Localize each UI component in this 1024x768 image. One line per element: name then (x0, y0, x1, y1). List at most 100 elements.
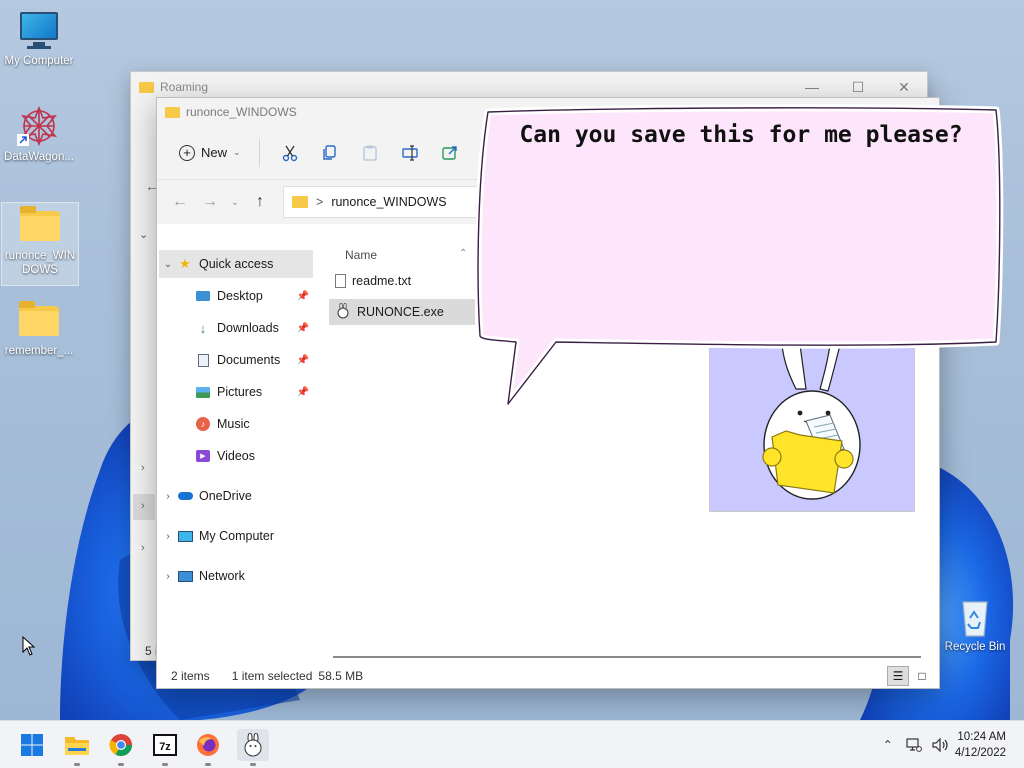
svg-text:7z: 7z (159, 741, 171, 753)
copy-icon (322, 144, 336, 160)
sidebar-item-label: Documents (217, 353, 281, 367)
sort-ascending-icon: ⌃ (459, 248, 468, 259)
sidebar-item-label: Desktop (217, 289, 263, 303)
chevron-right-icon[interactable]: › (159, 571, 177, 582)
start-button[interactable] (16, 729, 48, 761)
sidebar-item-pictures[interactable]: Pictures 📌 (159, 378, 313, 406)
sidebar-item-documents[interactable]: Documents 📌 (159, 346, 313, 374)
sidebar-item-label: Pictures (217, 385, 263, 399)
column-header-name[interactable]: Name (345, 242, 377, 268)
file-explorer-icon (65, 737, 89, 755)
clock-time: 10:24 AM (957, 731, 1006, 743)
cut-button[interactable] (270, 137, 310, 169)
desktop-icon-datawagon[interactable]: DataWagon... (0, 104, 78, 164)
desktop-icon-my-computer[interactable]: My Computer (0, 8, 78, 68)
desktop-icon-label: DataWagon... (4, 151, 74, 163)
chevron-right-icon[interactable]: › (141, 542, 145, 554)
taskbar: 7z ⌃ 10:24 AM 4/12/2022 (0, 720, 1024, 768)
sidebar-item-downloads[interactable]: ↓ Downloads 📌 (159, 314, 313, 342)
chevron-right-icon[interactable]: › (141, 462, 145, 474)
desktop-icon-recycle-bin[interactable]: Recycle Bin (936, 594, 1014, 654)
folder-icon (17, 298, 61, 342)
chevron-down-icon: ⌄ (233, 147, 241, 157)
star-icon: ★ (179, 256, 191, 271)
breadcrumb-path[interactable]: runonce_WINDOWS (331, 195, 446, 209)
taskbar-chrome[interactable] (105, 729, 137, 766)
details-view-button[interactable]: ☰ (887, 666, 909, 686)
clock-date: 4/12/2022 (954, 747, 1006, 759)
taskbar-file-explorer[interactable] (61, 729, 93, 766)
taskbar-7zip[interactable]: 7z (149, 729, 181, 766)
new-button[interactable]: + New ⌄ (171, 141, 249, 165)
running-indicator (162, 763, 168, 766)
documents-icon (195, 352, 211, 368)
share-button[interactable] (430, 137, 470, 169)
videos-icon: ▶ (195, 448, 211, 464)
folder-icon (165, 106, 180, 118)
taskbar-firefox[interactable] (192, 729, 224, 766)
bunny-app-icon (244, 733, 262, 757)
up-arrow-icon: ↑ (256, 193, 264, 210)
forward-button[interactable]: → (195, 187, 225, 217)
recycle-bin-icon (953, 594, 997, 638)
sidebar-item-network[interactable]: › Network (159, 562, 313, 590)
status-item-count: 2 items (171, 669, 210, 683)
status-selection: 1 item selected (231, 669, 313, 683)
computer-icon (177, 528, 193, 544)
pin-icon[interactable]: 📌 (297, 355, 309, 366)
sidebar-item-label: Music (217, 417, 250, 431)
show-hidden-icons-button[interactable]: ⌃ (875, 738, 901, 752)
navigation-pane: ⌄ ★ Quick access Desktop 📌 ↓ Downloads 📌… (157, 242, 317, 652)
back-button[interactable]: ← (165, 187, 195, 217)
download-icon: ↓ (199, 320, 207, 336)
chevron-right-icon[interactable]: › (141, 500, 145, 512)
chevron-down-icon[interactable]: ⌄ (139, 228, 148, 241)
sidebar-item-quick-access[interactable]: ⌄ ★ Quick access (159, 250, 313, 278)
desktop-icon-runonce-folder[interactable]: runonce_WIN DOWS (1, 202, 79, 286)
pictures-icon (195, 384, 211, 400)
rename-button[interactable] (390, 137, 430, 169)
folder-icon (139, 81, 154, 93)
sidebar-item-label: My Computer (199, 529, 275, 543)
recent-locations-button[interactable]: ⌄ (225, 187, 245, 217)
copy-button[interactable] (310, 137, 350, 169)
file-row-runonce-exe[interactable]: RUNONCE.exe (329, 299, 475, 325)
file-row-readme[interactable]: readme.txt (329, 268, 475, 294)
paste-button[interactable] (350, 137, 390, 169)
sidebar-item-music[interactable]: ♪ Music (159, 410, 313, 438)
music-icon: ♪ (195, 416, 211, 432)
network-status-icon[interactable] (901, 738, 927, 752)
pin-icon[interactable]: 📌 (297, 291, 309, 302)
cloud-icon (177, 488, 193, 504)
up-button[interactable]: ↑ (245, 187, 275, 217)
status-size: 58.5 MB (318, 669, 364, 683)
clock[interactable]: 10:24 AM 4/12/2022 (955, 729, 1024, 761)
breadcrumb-separator: > (316, 195, 324, 209)
running-indicator (74, 763, 80, 766)
sidebar-item-label: Downloads (217, 321, 279, 335)
chevron-down-icon[interactable]: ⌄ (159, 259, 177, 270)
pin-icon[interactable]: 📌 (297, 387, 309, 398)
sidebar-item-desktop[interactable]: Desktop 📌 (159, 282, 313, 310)
status-bar: 2 items 1 item selected 58.5 MB (157, 664, 939, 688)
taskbar-bunny-app[interactable] (237, 729, 269, 766)
chevron-right-icon[interactable]: › (159, 531, 177, 542)
file-name: RUNONCE.exe (357, 305, 444, 319)
toolbar-divider (258, 138, 260, 167)
pin-icon[interactable]: 📌 (297, 323, 309, 334)
folder-icon (18, 203, 62, 247)
running-indicator (118, 763, 124, 766)
window-title: runonce_WINDOWS (186, 105, 297, 119)
desktop-icon-remember-folder[interactable]: remember_... (0, 298, 78, 358)
sidebar-item-onedrive[interactable]: › OneDrive (159, 482, 313, 510)
sidebar-item-my-computer[interactable]: › My Computer (159, 522, 313, 550)
monitor-icon (17, 8, 61, 52)
horizontal-scrollbar[interactable] (333, 656, 921, 658)
sidebar-item-videos[interactable]: ▶ Videos (159, 442, 313, 470)
chevron-right-icon[interactable]: › (159, 491, 177, 502)
share-icon (441, 145, 457, 160)
text-file-icon (335, 274, 346, 288)
volume-icon[interactable] (927, 738, 955, 752)
tiles-view-button[interactable]: □ (911, 666, 933, 686)
new-button-label: New (201, 145, 228, 160)
